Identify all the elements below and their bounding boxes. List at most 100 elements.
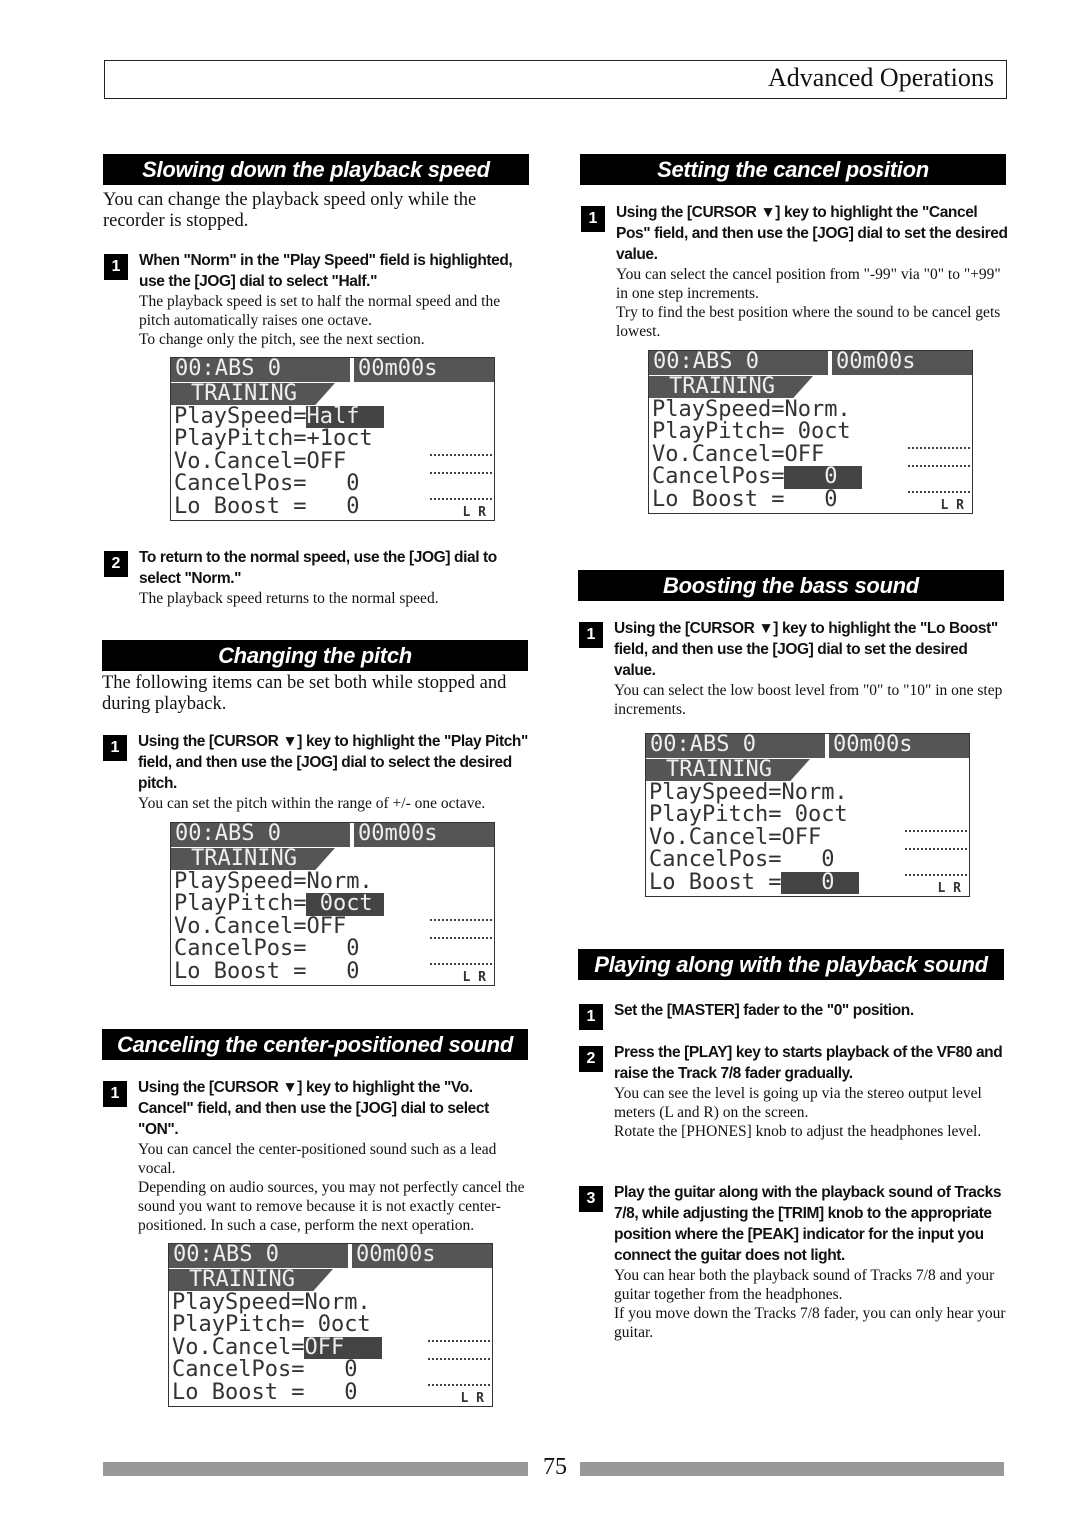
level-meter [905, 874, 967, 876]
section-intro: You can change the playback speed only w… [103, 190, 477, 231]
step-number-badge: 2 [579, 1046, 603, 1072]
manual-page: Advanced Operations Slowing down the pla… [0, 0, 1080, 1528]
lcd-row: PlayPitch= 0oct [169, 1312, 492, 1337]
lcd-mode: TRAINING [169, 1269, 333, 1291]
step-instruction: Using the [CURSOR ▼] key to highlight th… [138, 733, 528, 792]
section-title-bass: Boosting the bass sound [578, 570, 1004, 601]
level-meter [430, 919, 492, 921]
step-note: Rotate the [PHONES] knob to adjust the h… [614, 1123, 982, 1140]
lcd-screen: 00:ABS 0 00m00s TRAINING PlaySpeed=Norm. Pla… [168, 1243, 493, 1407]
lcd-row: PlayPitch= 0oct [646, 802, 969, 827]
lcd-row: CancelPos= 0 [171, 937, 494, 961]
step-instruction: Using the [CURSOR ▼] key to highlight th… [616, 204, 1008, 263]
step-number-badge: 1 [579, 1004, 603, 1030]
step-number-badge: 1 [103, 735, 127, 761]
lcd-mode: TRAINING [171, 383, 335, 405]
lcd-row-label: CancelPos= [652, 464, 785, 489]
section-title-cancelpos: Setting the cancel position [580, 154, 1006, 185]
lcd-row-label: PlayPitch= [652, 419, 785, 444]
lcd-screen: 00:ABS 0 00m00s TRAINING PlaySpeed=Norm. Pla… [170, 822, 495, 986]
step-instruction: Using the [CURSOR ▼] key to highlight th… [614, 620, 998, 679]
step-note: You can hear both the playback sound of … [614, 1267, 995, 1303]
lcd-row-value: 0 [306, 493, 360, 519]
step-instruction: Set the [MASTER] fader to the "0" positi… [614, 1002, 914, 1019]
lcd-row-label: CancelPos= [649, 847, 782, 872]
lcd-time: 00m00s [825, 734, 969, 758]
lcd-mode: TRAINING [646, 759, 810, 781]
step-text: Using the [CURSOR ▼] key to highlight th… [138, 1077, 530, 1235]
lcd-row-label: PlayPitch= [649, 802, 782, 827]
lcd-row-value: OFF [304, 1336, 383, 1359]
lcd-row-value: +1oct [306, 426, 373, 451]
step-text: Using the [CURSOR ▼] key to highlight th… [614, 618, 1006, 719]
lcd-row-value: 0oct [304, 1312, 371, 1337]
lcd-row-label: Lo Boost = [174, 493, 307, 519]
lcd-row-label: PlayPitch= [174, 891, 307, 916]
lcd-position: 00:ABS 0 [175, 822, 281, 846]
level-meter [905, 848, 967, 850]
lcd-row-value: OFF [781, 824, 822, 850]
step-instruction: Play the guitar along with the playback … [614, 1184, 1002, 1264]
step-note: Try to find the best position where the … [616, 304, 1001, 340]
lcd-row-value: Half [306, 405, 385, 428]
lcd-row: PlayPitch= 0oct [649, 419, 972, 444]
step-text: Press the [PLAY] key to starts playback … [614, 1042, 1006, 1141]
lcd-position: 00:ABS 0 [653, 350, 759, 374]
step-note: You can see the level is going up via th… [614, 1085, 982, 1121]
level-meter [428, 1358, 490, 1360]
lcd-time: 00m00s [828, 351, 972, 375]
level-meter [905, 830, 967, 832]
lcd-row-value: 0 [784, 486, 838, 512]
step-instruction: When "Norm" in the "Play Speed" field is… [139, 252, 513, 290]
lcd-time: 00m00s [348, 1244, 492, 1268]
step-note: You can cancel the center-positioned sou… [138, 1141, 497, 1177]
lcd-row: PlaySpeed=Norm. [169, 1289, 492, 1315]
page-header: Advanced Operations [104, 60, 1007, 99]
lcd-row-label: PlaySpeed= [172, 1289, 305, 1315]
lcd-status-bar: 00:ABS 0 00m00s [169, 1244, 492, 1268]
lcd-status-bar: 00:ABS 0 00m00s [649, 351, 972, 375]
meter-labels: L R [937, 881, 961, 896]
lcd-status-bar: 00:ABS 0 00m00s [646, 734, 969, 758]
lcd-row-value: 0oct [784, 419, 851, 444]
lcd-row: CancelPos= 0 [646, 847, 969, 872]
page-header-title: Advanced Operations [768, 63, 994, 92]
lcd-row-value: 0 [304, 1357, 358, 1382]
section-title-pitch: Changing the pitch [102, 640, 528, 671]
step-number-badge: 2 [104, 551, 128, 577]
step-instruction: Using the [CURSOR ▼] key to highlight th… [138, 1079, 489, 1138]
lcd-position: 00:ABS 0 [173, 1243, 279, 1267]
lcd-row: PlaySpeed=Norm. [646, 781, 969, 805]
meter-labels: L R [460, 1391, 484, 1406]
lcd-row: CancelPos= 0 [649, 464, 972, 489]
lcd-row: CancelPos= 0 [171, 471, 494, 496]
step-note: The playback speed returns to the normal… [139, 590, 439, 607]
step-note: The playback speed is set to half the no… [139, 293, 501, 329]
lcd-row: PlayPitch= 0oct [171, 891, 494, 916]
lcd-row-label: Lo Boost = [652, 486, 785, 512]
lcd-status-bar: 00:ABS 0 00m00s [171, 823, 494, 847]
lcd-row-value: OFF [306, 448, 347, 474]
step-number-badge: 3 [579, 1186, 603, 1212]
lcd-row-value: 0 [306, 958, 360, 984]
level-meter [908, 465, 970, 467]
step-number-badge: 1 [104, 254, 128, 280]
level-meter [908, 447, 970, 449]
lcd-mode: TRAINING [649, 376, 813, 398]
step-note: To change only the pitch, see the next s… [139, 331, 425, 348]
lcd-row-label: PlaySpeed= [652, 396, 785, 422]
lcd-row-label: PlaySpeed= [174, 403, 307, 429]
lcd-position: 00:ABS 0 [650, 733, 756, 757]
lcd-row-value: 0 [306, 471, 360, 496]
lcd-screen: 00:ABS 0 00m00s TRAINING PlaySpeed=Norm. Pla… [645, 733, 970, 897]
lcd-row-value: 0oct [781, 802, 848, 827]
step-number-badge: 1 [103, 1081, 127, 1107]
lcd-row-label: Vo.Cancel= [174, 913, 307, 939]
lcd-row-value: 0 [781, 871, 860, 894]
lcd-row-value: OFF [306, 913, 347, 939]
lcd-row-label: Vo.Cancel= [174, 448, 307, 474]
level-meter [430, 498, 492, 500]
section-title-cancel: Canceling the center-positioned sound [102, 1029, 528, 1060]
footer-bar-left [103, 1462, 528, 1476]
lcd-row-value: Norm. [306, 868, 373, 894]
